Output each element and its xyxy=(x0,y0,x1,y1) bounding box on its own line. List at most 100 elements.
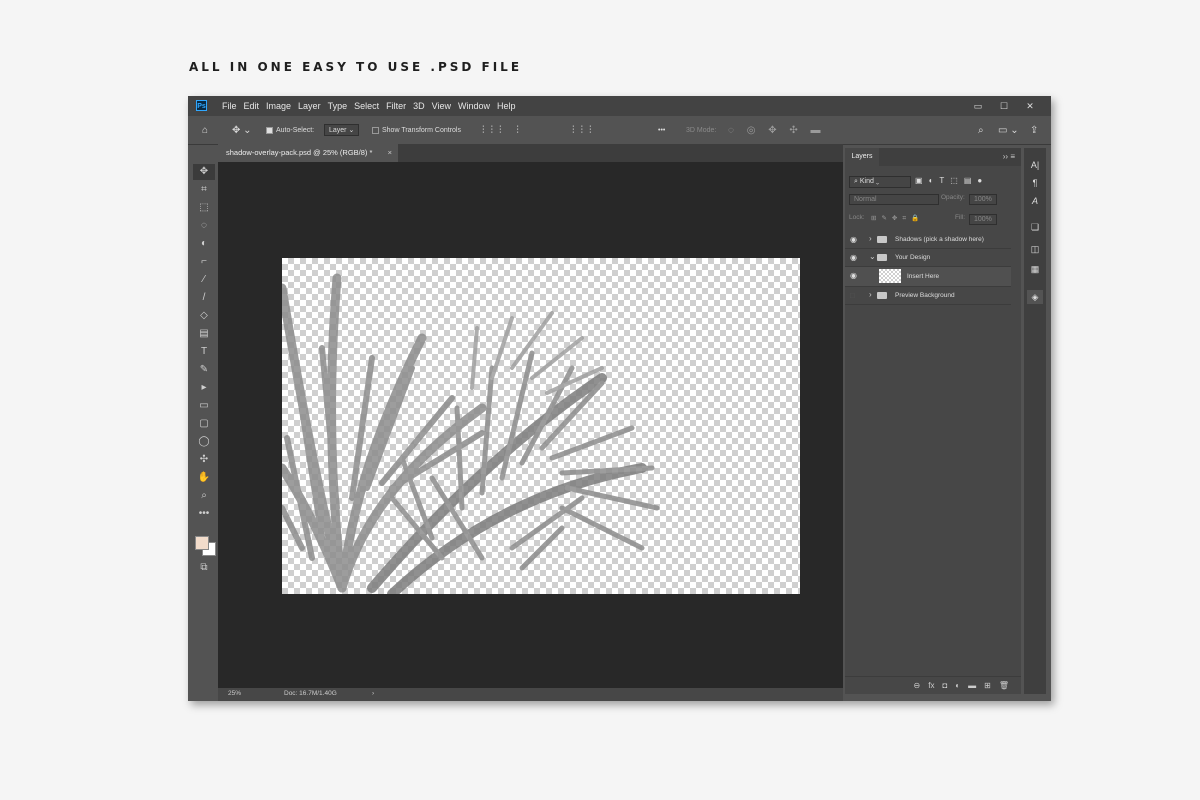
crop-tool-icon[interactable]: ⌐ xyxy=(193,254,215,270)
menu-help[interactable]: Help xyxy=(497,101,516,111)
menu-3d[interactable]: 3D xyxy=(413,101,425,111)
adjustment-filter-icon[interactable]: ◐ xyxy=(929,176,934,185)
glyphs-icon[interactable]: A xyxy=(1027,194,1043,208)
minimize-button[interactable]: ▭ xyxy=(965,101,991,112)
paragraph-icon[interactable]: ¶ xyxy=(1027,176,1043,190)
pixel-filter-icon[interactable]: ▣ xyxy=(915,176,923,185)
search-icon[interactable]: ⌕ xyxy=(978,116,984,144)
doc-info: Doc: 16.7M/1.40G xyxy=(284,690,337,697)
blend-mode-dropdown[interactable]: Normal xyxy=(849,194,939,205)
document-tab[interactable]: shadow-overlay-pack.psd @ 25% (RGB/8) * … xyxy=(218,144,398,162)
menu-type[interactable]: Type xyxy=(328,101,348,111)
layers-icon[interactable]: ◈ xyxy=(1027,290,1043,304)
zoom-level[interactable]: 25% xyxy=(228,690,241,697)
menu-filter[interactable]: Filter xyxy=(386,101,406,111)
type-tool-icon[interactable]: T xyxy=(193,344,215,360)
layer-row-insert-here[interactable]: ◉ Insert Here xyxy=(845,267,1011,287)
checkbox-icon xyxy=(266,126,273,134)
maximize-button[interactable]: ☐ xyxy=(991,101,1017,112)
menu-view[interactable]: View xyxy=(432,101,451,111)
adjustment-icon[interactable]: ◐ xyxy=(955,681,960,690)
mask-icon[interactable]: ◘ xyxy=(942,681,947,690)
smart-object-filter-icon[interactable]: ▤ xyxy=(964,176,972,185)
quick-select-tool-icon[interactable]: ◐ xyxy=(193,236,215,252)
libraries-icon[interactable]: ❏ xyxy=(1027,220,1043,234)
marquee-tool-icon[interactable]: ⬚ xyxy=(193,200,215,216)
document-canvas[interactable] xyxy=(282,258,800,594)
pen-tool-icon[interactable]: ✎ xyxy=(193,362,215,378)
adjustments-icon[interactable]: ▦ xyxy=(1027,262,1043,276)
right-panel-strip: A| ¶ A ❏ ◫ ▦ ◈ xyxy=(1024,148,1046,694)
quick-mask-icon[interactable]: ⧉ xyxy=(193,560,215,576)
custom-shape-tool-icon[interactable]: ✣ xyxy=(193,452,215,468)
layer-row-your-design[interactable]: ◉ ⌄ Your Design xyxy=(845,249,1011,267)
folder-icon xyxy=(877,292,887,299)
visibility-eye-icon[interactable]: ◉ xyxy=(850,235,857,244)
kind-filter-dropdown[interactable]: ⌕ Kind ⌄ xyxy=(849,176,911,188)
link-icon[interactable]: ⊖ xyxy=(914,681,921,690)
character-icon[interactable]: A| xyxy=(1027,158,1043,172)
chevron-right-icon[interactable]: › xyxy=(869,234,872,243)
more-tools-icon[interactable]: ••• xyxy=(193,506,215,522)
menu-file[interactable]: File xyxy=(222,101,237,111)
menu-layer[interactable]: Layer xyxy=(298,101,321,111)
artboard-tool-icon[interactable]: ⌗ xyxy=(193,182,215,198)
rounded-rect-tool-icon[interactable]: ▢ xyxy=(193,416,215,432)
chevron-down-icon[interactable]: ⌄ xyxy=(869,252,876,261)
lock-icons[interactable]: ⊞✎✥⌗🔒 xyxy=(871,214,924,223)
menu-edit[interactable]: Edit xyxy=(244,101,260,111)
document-tab-bar: shadow-overlay-pack.psd @ 25% (RGB/8) * … xyxy=(218,144,843,162)
brush-tool-icon[interactable]: / xyxy=(193,290,215,306)
trash-icon[interactable]: 🗑 xyxy=(999,681,1009,690)
ellipse-tool-icon[interactable]: ◯ xyxy=(193,434,215,450)
distribute-icons[interactable]: ⫶⫶⫶ xyxy=(572,116,598,144)
new-layer-icon[interactable]: ⊞ xyxy=(984,681,991,690)
gradient-tool-icon[interactable]: ▤ xyxy=(193,326,215,342)
new-group-icon[interactable]: ▬ xyxy=(968,681,976,690)
close-tab-icon[interactable]: × xyxy=(388,144,392,162)
zoom-tool-icon[interactable]: ⌕ xyxy=(193,488,215,504)
chevron-right-icon[interactable]: › xyxy=(869,290,872,299)
fill-input[interactable]: 100% xyxy=(969,214,997,225)
filter-icons: ▣ ◐ T ⬚ ▤ ● xyxy=(915,176,982,185)
type-filter-icon[interactable]: T xyxy=(939,176,944,185)
path-select-tool-icon[interactable]: ▸ xyxy=(193,380,215,396)
move-tool-preset-icon[interactable]: ✥ ⌄ xyxy=(232,116,252,144)
layer-row-shadows[interactable]: ◉ › Shadows (pick a shadow here) xyxy=(845,231,1011,249)
eyedropper-tool-icon[interactable]: ⁄ xyxy=(193,272,215,288)
canvas-area[interactable] xyxy=(218,162,843,688)
color-swatches[interactable] xyxy=(195,534,216,556)
shape-filter-icon[interactable]: ⬚ xyxy=(950,176,958,185)
opacity-input[interactable]: 100% xyxy=(969,194,997,205)
properties-icon[interactable]: ◫ xyxy=(1027,242,1043,256)
close-button[interactable]: ✕ xyxy=(1017,101,1043,112)
filter-toggle-icon[interactable]: ● xyxy=(977,176,982,185)
rectangle-tool-icon[interactable]: ▭ xyxy=(193,398,215,414)
show-transform-checkbox[interactable]: Show Transform Controls xyxy=(372,116,461,144)
menu-select[interactable]: Select xyxy=(354,101,379,111)
layers-tab[interactable]: Layers xyxy=(845,148,879,166)
menu-image[interactable]: Image xyxy=(266,101,291,111)
visibility-off-icon[interactable]: □ xyxy=(850,291,855,300)
panel-menu-icon[interactable]: ≡ xyxy=(1010,152,1015,161)
share-icon[interactable]: ⇪ xyxy=(1030,116,1038,144)
status-menu-arrow-icon[interactable]: › xyxy=(372,690,374,697)
collapse-panel-icon[interactable]: ›› xyxy=(1003,152,1008,161)
foreground-color-swatch[interactable] xyxy=(195,536,209,550)
move-tool-icon[interactable]: ✥ xyxy=(193,164,215,180)
menu-window[interactable]: Window xyxy=(458,101,490,111)
align-icons[interactable]: ⫶⫶⫶ ⫶ xyxy=(482,116,525,144)
layer-row-preview-background[interactable]: □ › Preview Background xyxy=(845,287,1011,305)
workspace-icon[interactable]: ▭ ⌄ xyxy=(998,116,1019,144)
home-icon[interactable]: ⌂ xyxy=(202,116,208,144)
visibility-eye-icon[interactable]: ◉ xyxy=(850,253,857,262)
layer-select-dropdown[interactable]: Layer ⌄ xyxy=(324,116,360,144)
lasso-tool-icon[interactable]: ◌ xyxy=(193,218,215,234)
panel-controls: ›› ≡ xyxy=(1003,148,1015,166)
more-options-icon[interactable]: ••• xyxy=(658,116,665,144)
hand-tool-icon[interactable]: ✋ xyxy=(193,470,215,486)
eraser-tool-icon[interactable]: ◇ xyxy=(193,308,215,324)
visibility-eye-icon[interactable]: ◉ xyxy=(850,271,857,280)
auto-select-checkbox[interactable]: Auto-Select: xyxy=(266,116,314,144)
fx-icon[interactable]: fx xyxy=(928,681,934,690)
